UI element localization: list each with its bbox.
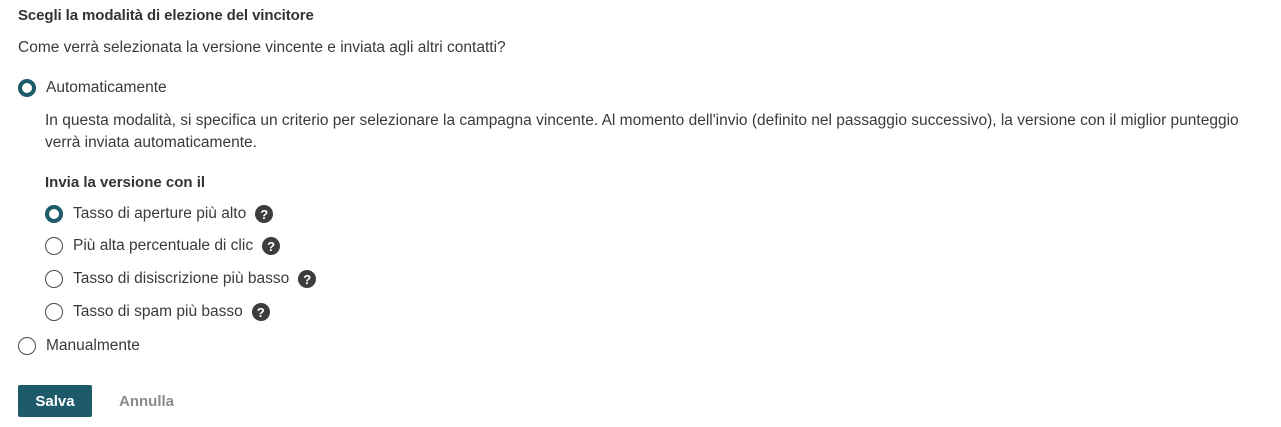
criteria-option-open-rate[interactable]: Tasso di aperture più alto ?: [45, 205, 274, 223]
section-title: Scegli la modalità di elezione del vinci…: [18, 7, 314, 24]
criteria-option-unsubscribe-rate[interactable]: Tasso di disiscrizione più basso ?: [45, 270, 317, 288]
winner-selection-form: Scegli la modalità di elezione del vinci…: [0, 0, 1281, 427]
help-icon[interactable]: ?: [255, 205, 274, 223]
mode-automatic-option[interactable]: Automaticamente: [18, 79, 167, 97]
mode-manual-option[interactable]: Manualmente: [18, 337, 140, 355]
mode-automatic-label: Automaticamente: [46, 79, 167, 96]
criteria-option-label: Tasso di spam più basso: [73, 303, 243, 320]
criteria-option-click-rate[interactable]: Più alta percentuale di clic ?: [45, 237, 281, 255]
cancel-button[interactable]: Annulla: [108, 385, 185, 417]
help-icon[interactable]: ?: [298, 270, 317, 288]
criteria-option-label: Tasso di disiscrizione più basso: [73, 270, 290, 287]
save-button[interactable]: Salva: [18, 385, 92, 417]
help-icon[interactable]: ?: [251, 303, 270, 321]
criteria-heading: Invia la versione con il: [45, 174, 206, 191]
criteria-spam-rate-radio[interactable]: [45, 303, 63, 321]
mode-manual-radio[interactable]: [18, 337, 36, 355]
mode-manual-label: Manualmente: [46, 337, 140, 354]
automatic-mode-description: In questa modalità, si specifica un crit…: [45, 112, 1239, 151]
criteria-click-rate-radio[interactable]: [45, 237, 63, 255]
criteria-option-spam-rate[interactable]: Tasso di spam più basso ?: [45, 303, 270, 321]
criteria-open-rate-radio[interactable]: [45, 205, 63, 223]
criteria-option-label: Più alta percentuale di clic: [73, 237, 254, 254]
criteria-unsubscribe-rate-radio[interactable]: [45, 270, 63, 288]
mode-automatic-radio[interactable]: [18, 79, 36, 97]
selection-question: Come verrà selezionata la versione vince…: [18, 39, 506, 56]
help-icon[interactable]: ?: [262, 237, 281, 255]
criteria-option-label: Tasso di aperture più alto: [73, 205, 247, 222]
